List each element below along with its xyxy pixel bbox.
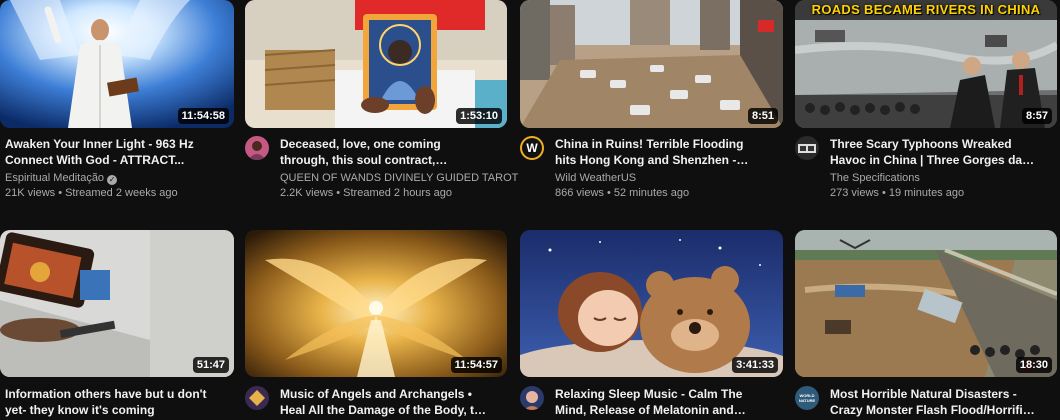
video-thumbnail[interactable]: 51:47 <box>0 230 234 377</box>
video-duration: 8:51 <box>747 108 778 124</box>
avatar-letter: W <box>522 138 542 158</box>
video-title[interactable]: Most Horrible Natural Disasters - Crazy … <box>830 386 1040 418</box>
thumbnail-image <box>795 0 1057 128</box>
video-grid: 11:54:58 Awaken Your Inner Light - 963 H… <box>0 0 1060 420</box>
video-title[interactable]: Music of Angels and Archangels • Heal Al… <box>280 386 490 418</box>
channel-name-text: Espiritual Meditação <box>5 172 105 184</box>
channel-name[interactable]: Wild WeatherUS <box>555 172 636 184</box>
thumbnail-image <box>0 230 234 377</box>
video-duration: 11:54:58 <box>177 108 229 124</box>
video-title[interactable]: Three Scary Typhoons Wreaked Havoc in Ch… <box>830 136 1040 168</box>
video-title[interactable]: Information others have but u don't yet-… <box>5 386 230 418</box>
video-stats: 866 views • 52 minutes ago <box>555 187 690 199</box>
thumbnail-banner-text: ROADS BECAME RIVERS IN CHINA <box>811 2 1041 17</box>
video-thumbnail[interactable]: 11:54:58 <box>0 0 234 128</box>
channel-avatar[interactable] <box>795 136 819 160</box>
video-title[interactable]: Relaxing Sleep Music - Calm The Mind, Re… <box>555 386 765 418</box>
channel-avatar[interactable]: W <box>520 136 544 160</box>
thumbnail-image <box>520 0 783 128</box>
video-thumbnail[interactable]: 1:53:10 <box>245 0 507 128</box>
avatar-logo-text: WORLD NATURE <box>798 393 816 403</box>
video-title[interactable]: China in Ruins! Terrible Flooding hits H… <box>555 136 765 168</box>
video-stats: 21K views • Streamed 2 weeks ago <box>5 187 178 199</box>
thumbnail-image <box>520 230 783 377</box>
video-thumbnail[interactable]: 8:51 <box>520 0 783 128</box>
channel-name[interactable]: The Specifications <box>830 172 920 184</box>
video-title[interactable]: Deceased, love, one coming through, this… <box>280 136 490 168</box>
video-thumbnail[interactable]: 11:54:57 <box>245 230 507 377</box>
video-stats: 2.2K views • Streamed 2 hours ago <box>280 187 452 199</box>
verified-check-icon: ✓ <box>107 175 118 185</box>
video-thumbnail[interactable]: ROADS BECAME RIVERS IN CHINA 8:57 <box>795 0 1057 128</box>
channel-name[interactable]: Espiritual Meditação ✓ <box>5 172 118 185</box>
video-stats: 273 views • 19 minutes ago <box>830 187 965 199</box>
video-title[interactable]: Awaken Your Inner Light - 963 Hz Connect… <box>5 136 230 168</box>
channel-avatar[interactable]: WORLD NATURE <box>795 386 819 410</box>
thumbnail-image <box>245 230 507 377</box>
video-thumbnail[interactable]: 3:41:33 <box>520 230 783 377</box>
video-duration: 3:41:33 <box>732 357 778 373</box>
thumbnail-image <box>795 230 1057 377</box>
channel-avatar[interactable] <box>245 136 269 160</box>
video-duration: 11:54:57 <box>450 357 502 373</box>
video-duration: 8:57 <box>1021 108 1052 124</box>
channel-avatar[interactable] <box>520 386 544 410</box>
video-duration: 51:47 <box>192 357 229 373</box>
video-thumbnail[interactable]: 18:30 <box>795 230 1057 377</box>
video-duration: 1:53:10 <box>456 108 502 124</box>
video-duration: 18:30 <box>1015 357 1052 373</box>
channel-avatar[interactable] <box>245 386 269 410</box>
channel-name[interactable]: QUEEN OF WANDS DIVINELY GUIDED TAROT <box>280 172 518 184</box>
